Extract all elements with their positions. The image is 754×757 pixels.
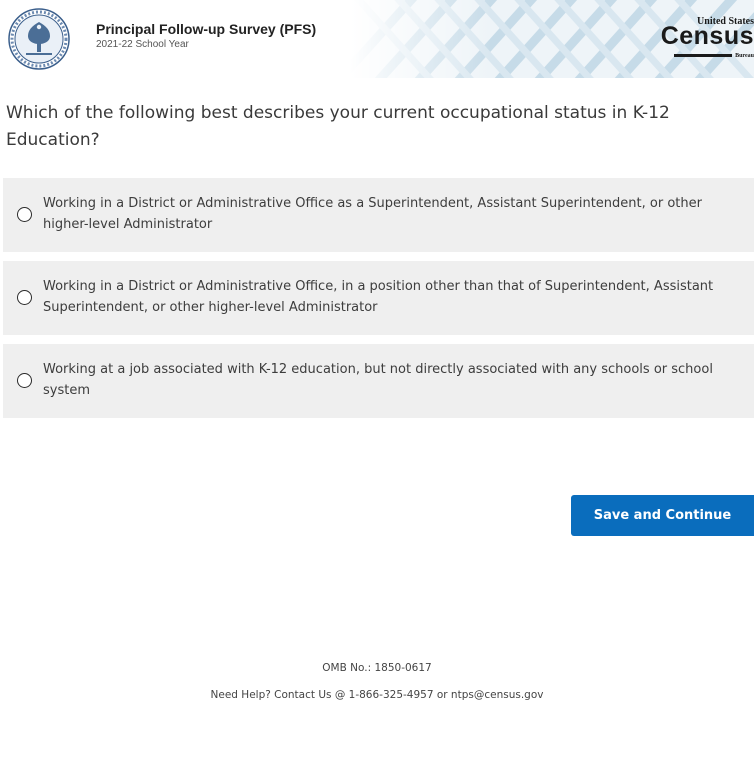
answer-option-1-label: Working in a District or Administrative … <box>43 196 702 232</box>
save-and-continue-button[interactable]: Save and Continue <box>571 495 754 536</box>
radio-button-1[interactable] <box>17 207 32 222</box>
radio-button-2[interactable] <box>17 290 32 305</box>
school-year: 2021-22 School Year <box>96 39 189 50</box>
answer-option-3[interactable]: Working at a job associated with K-12 ed… <box>3 344 754 418</box>
survey-title: Principal Follow-up Survey (PFS) <box>96 21 317 37</box>
answer-option-3-label: Working at a job associated with K-12 ed… <box>43 362 713 398</box>
answer-option-1[interactable]: Working in a District or Administrative … <box>3 178 754 252</box>
answer-option-2-label: Working in a District or Administrative … <box>43 279 714 315</box>
logo-underline <box>674 54 732 57</box>
department-seal-logo <box>8 8 70 70</box>
logo-census-text: Census <box>660 22 754 50</box>
help-contact-text: Need Help? Contact Us @ 1-866-325-4957 o… <box>210 689 544 701</box>
logo-bureau-text: Bureau <box>735 53 754 59</box>
census-bureau-logo: United States Census Bureau <box>660 16 754 62</box>
survey-header: Principal Follow-up Survey (PFS) 2021-22… <box>0 0 754 78</box>
radio-button-3[interactable] <box>17 373 32 388</box>
omb-number: OMB No.: 1850-0617 <box>322 662 432 674</box>
answer-option-2[interactable]: Working in a District or Administrative … <box>3 261 754 335</box>
question-text: Which of the following best describes yo… <box>6 103 670 150</box>
